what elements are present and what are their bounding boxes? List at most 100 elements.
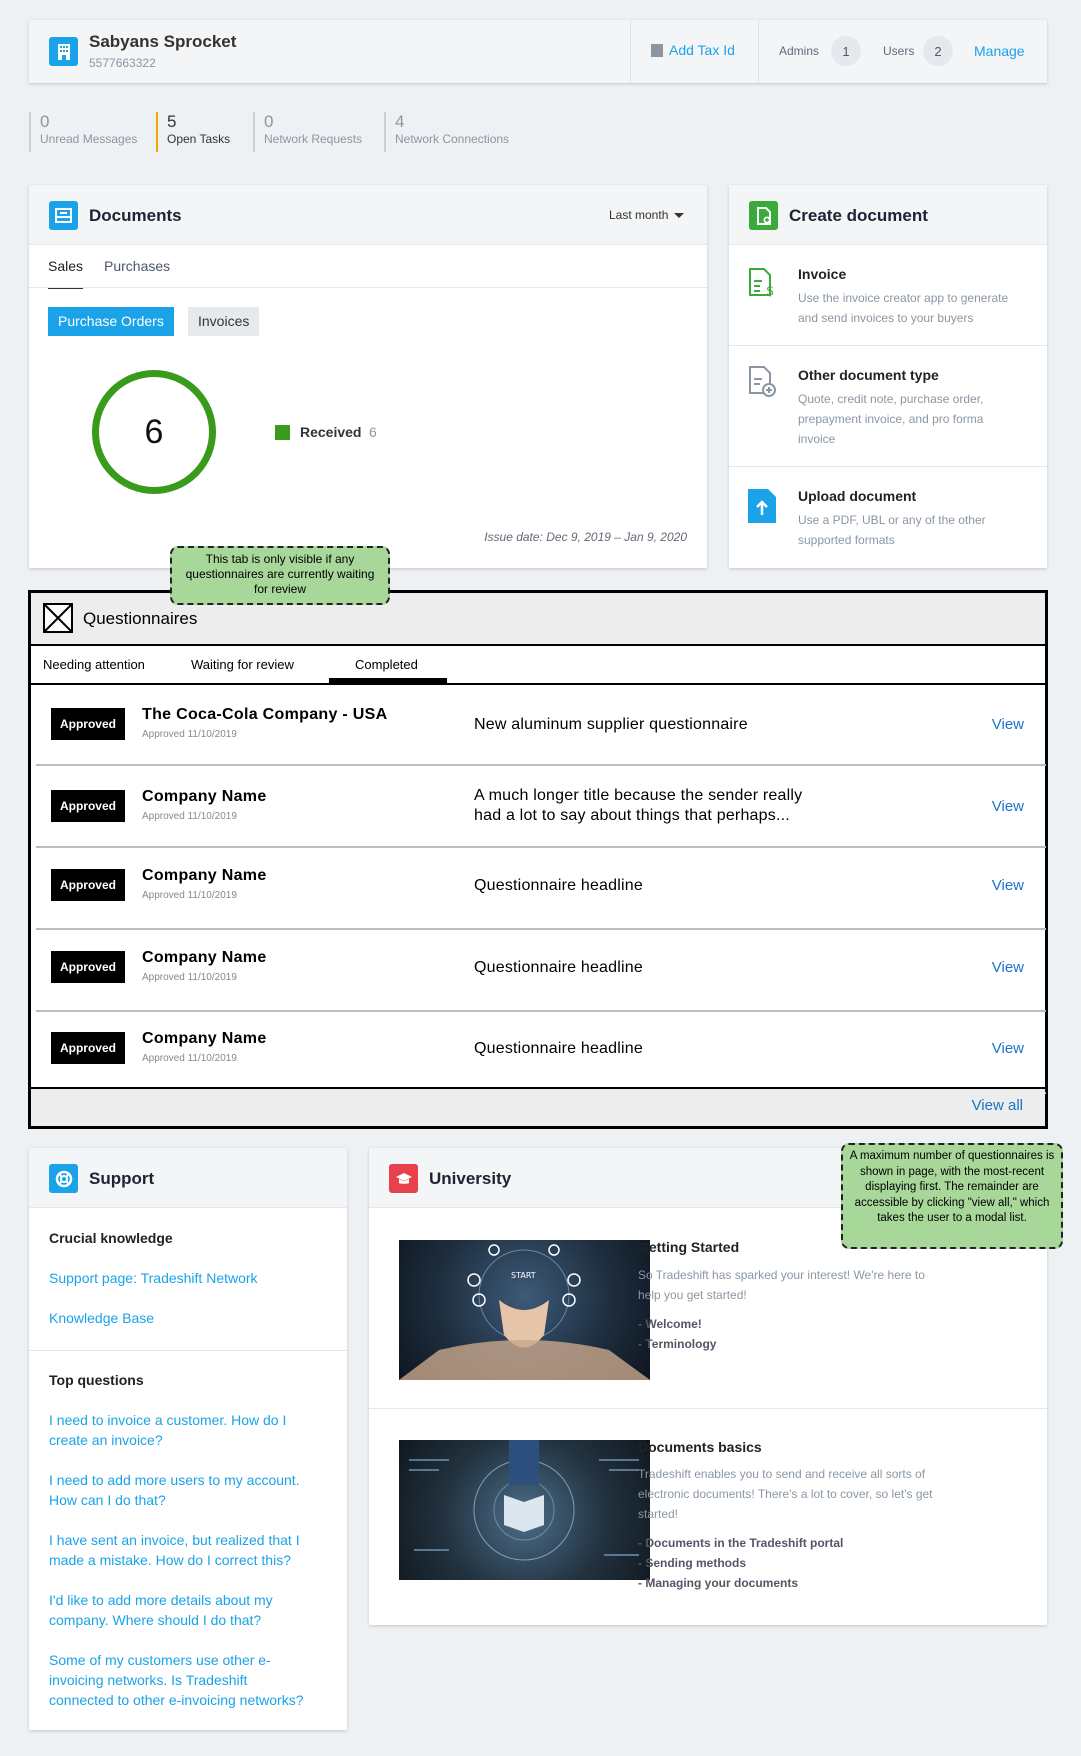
tabs-divider <box>29 287 707 288</box>
question-link[interactable]: I'd like to add more details about my co… <box>49 1590 314 1630</box>
view-link[interactable]: View <box>992 959 1024 976</box>
upload-document-item[interactable]: Upload document Use a PDF, UBL or any of… <box>729 468 1047 568</box>
donut-total: 6 <box>144 412 164 451</box>
course-link-welcome[interactable]: - Welcome! <box>638 1314 702 1334</box>
legend-swatch <box>275 425 290 440</box>
lifebuoy-icon <box>49 1164 78 1193</box>
stat-network-requests[interactable]: 0 Network Requests <box>253 112 362 152</box>
caret-down-icon <box>674 212 685 218</box>
course-desc: Tradeshift enables you to send and recei… <box>638 1467 933 1521</box>
building-small-icon <box>651 43 663 57</box>
support-title: Support <box>89 1169 155 1188</box>
course-desc: So Tradeshift has sparked your interest!… <box>638 1268 925 1302</box>
question-link[interactable]: I have sent an invoice, but realized tha… <box>49 1530 314 1570</box>
status-badge: Approved <box>51 708 125 740</box>
create-invoice-item[interactable]: $ Invoice Use the invoice creator app to… <box>729 246 1047 346</box>
placeholder-image-icon <box>43 603 73 633</box>
course-image-documents-basics[interactable] <box>399 1440 650 1580</box>
course-title: Documents basics <box>638 1439 762 1455</box>
questionnaire-row[interactable]: Approved Company Name Approved 11/10/201… <box>36 850 1046 930</box>
tabs-bottom-border <box>31 683 1045 685</box>
documents-card: Documents Last month Sales Purchases Pur… <box>29 185 707 568</box>
row-company: Company Name <box>142 1030 267 1047</box>
row-date: Approved 11/10/2019 <box>142 972 237 983</box>
admins-label: Admins <box>779 44 820 58</box>
company-header: Sabyans Sprocket 5577663322 Add Tax Id A… <box>29 20 1047 83</box>
questionnaire-row[interactable]: Approved Company Name Approved 11/10/201… <box>36 768 1046 848</box>
create-other-desc: Quote, credit note, purchase order, prep… <box>798 392 984 446</box>
document-add-icon <box>749 201 778 230</box>
question-link[interactable]: Some of my customers use other e-invoici… <box>49 1650 314 1710</box>
row-title: Questionnaire headline <box>474 877 643 894</box>
upload-icon <box>748 489 776 523</box>
period-dropdown[interactable]: Last month <box>609 208 685 222</box>
course-link-sending-methods[interactable]: - Sending methods <box>638 1553 746 1573</box>
course-link-managing-documents[interactable]: - Managing your documents <box>638 1573 798 1593</box>
tab-completed[interactable]: Completed <box>355 657 418 672</box>
row-date: Approved 11/10/2019 <box>142 1053 237 1064</box>
digital-books-illustration <box>409 1440 639 1561</box>
row-company: The Coca-Cola Company - USA <box>142 706 388 723</box>
crucial-knowledge-heading: Crucial knowledge <box>49 1230 173 1246</box>
create-document-card: Create document $ Invoice Use the invoic… <box>729 185 1047 568</box>
university-title: University <box>429 1169 512 1188</box>
tab-sales[interactable]: Sales <box>48 258 84 289</box>
row-title: A much longer title because the sender r… <box>474 787 803 824</box>
users-count[interactable]: 2 <box>923 36 953 66</box>
view-link[interactable]: View <box>992 877 1024 894</box>
knowledge-base-link[interactable]: Knowledge Base <box>49 1308 154 1328</box>
row-date: Approved 11/10/2019 <box>142 890 237 901</box>
touch-interface-illustration: START <box>399 1244 650 1380</box>
stat-unread-messages[interactable]: 0 Unread Messages <box>29 112 137 152</box>
course-link-terminology[interactable]: - Terminology <box>638 1334 716 1354</box>
company-name: Sabyans Sprocket <box>89 32 237 51</box>
create-other-item[interactable]: Other document type Quote, credit note, … <box>729 347 1047 467</box>
legend-label: Received <box>300 424 362 440</box>
status-badge: Approved <box>51 869 125 901</box>
admins-count[interactable]: 1 <box>831 36 861 66</box>
graduation-cap-icon <box>389 1164 418 1193</box>
donut-chart: 6 <box>92 370 216 494</box>
tab-needing-attention[interactable]: Needing attention <box>43 657 145 672</box>
questionnaires-footer <box>31 1087 1045 1126</box>
row-title: Questionnaire headline <box>474 1040 643 1057</box>
row-company: Company Name <box>142 867 267 884</box>
course-link-documents-portal[interactable]: - Documents in the Tradeshift portal <box>638 1533 843 1553</box>
add-tax-id-button[interactable]: Add Tax Id <box>651 42 735 58</box>
support-divider <box>29 1350 347 1351</box>
create-title: Create document <box>789 206 928 225</box>
course-title: Getting Started <box>638 1239 740 1255</box>
max-items-note: A maximum number of questionnaires is sh… <box>841 1143 1063 1249</box>
building-icon <box>49 37 78 66</box>
header-sep-2 <box>758 20 759 83</box>
status-badge: Approved <box>51 951 125 983</box>
questionnaire-row[interactable]: Approved Company Name Approved 11/10/201… <box>36 932 1046 1012</box>
legend-value: 6 <box>369 424 377 440</box>
course-image-getting-started[interactable]: START <box>399 1240 650 1380</box>
create-other-title: Other document type <box>798 367 939 383</box>
questionnaire-row[interactable]: Approved Company Name Approved 11/10/201… <box>36 1014 1046 1094</box>
view-link[interactable]: View <box>992 716 1024 733</box>
tab-purchases[interactable]: Purchases <box>104 258 170 274</box>
stat-open-tasks[interactable]: 5 Open Tasks <box>156 112 230 152</box>
row-title: Questionnaire headline <box>474 959 643 976</box>
support-card: Support Crucial knowledge Support page: … <box>29 1148 347 1730</box>
purchase-orders-button[interactable]: Purchase Orders <box>48 307 174 336</box>
view-link[interactable]: View <box>992 1040 1024 1057</box>
inbox-icon <box>49 201 78 230</box>
row-title: New aluminum supplier questionnaire <box>474 716 748 733</box>
stat-network-connections[interactable]: 4 Network Connections <box>384 112 509 152</box>
tab-waiting-for-review[interactable]: Waiting for review <box>191 657 294 672</box>
invoices-button[interactable]: Invoices <box>188 307 260 336</box>
status-badge: Approved <box>51 1032 125 1064</box>
questionnaires-panel: Questionnaires Needing attention Waiting… <box>28 590 1048 1129</box>
manage-link[interactable]: Manage <box>974 43 1025 59</box>
issue-date: Issue date: Dec 9, 2019 – Jan 9, 2020 <box>484 530 687 544</box>
support-page-link[interactable]: Support page: Tradeshift Network <box>49 1268 258 1288</box>
questionnaires-title: Questionnaires <box>83 609 198 628</box>
question-link[interactable]: I need to invoice a customer. How do I c… <box>49 1410 314 1450</box>
view-link[interactable]: View <box>992 798 1024 815</box>
questionnaire-row[interactable]: Approved The Coca-Cola Company - USA App… <box>36 686 1046 766</box>
question-link[interactable]: I need to add more users to my account. … <box>49 1470 314 1510</box>
view-all-link[interactable]: View all <box>972 1097 1023 1114</box>
